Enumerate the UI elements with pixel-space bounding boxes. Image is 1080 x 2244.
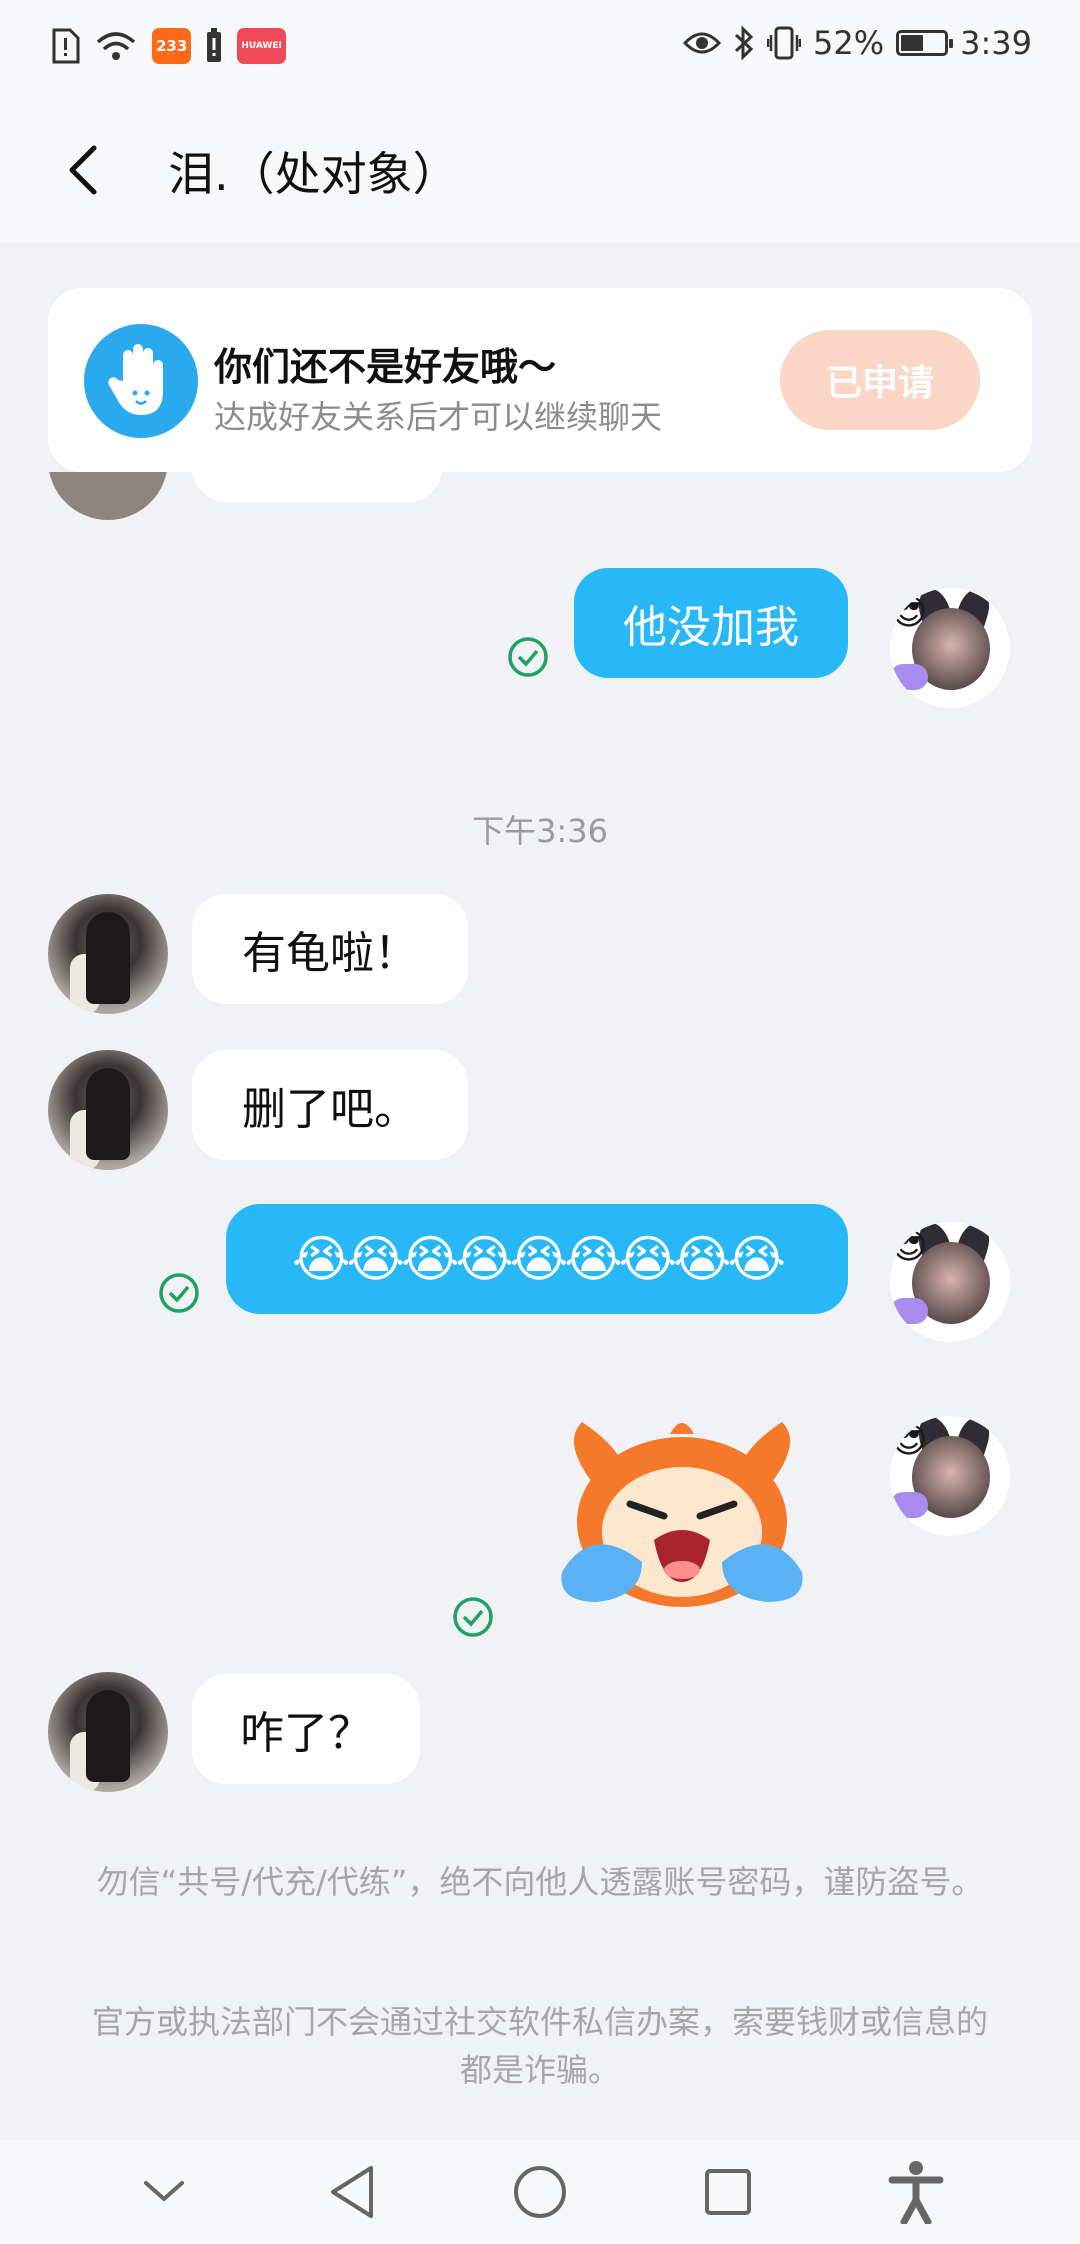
chat-header: 泪.（处对象） bbox=[0, 96, 1080, 242]
my-avatar[interactable]: 😎 bbox=[890, 588, 1010, 708]
bluetooth-icon bbox=[734, 25, 754, 61]
read-check-icon bbox=[159, 1273, 199, 1313]
message-bubble[interactable]: 😭😭😭😭😭😭😭😭😭 bbox=[226, 1204, 848, 1314]
avatar bbox=[48, 472, 168, 520]
banner-subtitle: 达成好友关系后才可以继续聊天 bbox=[214, 398, 663, 436]
status-bar: 233 HUAWEI 52% 3:39 bbox=[0, 0, 1080, 96]
read-check-icon bbox=[508, 637, 548, 677]
message-bubble bbox=[192, 472, 442, 502]
my-avatar[interactable]: 😎 bbox=[890, 1222, 1010, 1342]
nav-home-button[interactable] bbox=[500, 2152, 580, 2232]
back-button[interactable] bbox=[58, 142, 108, 198]
my-avatar[interactable]: 😎 bbox=[890, 1416, 1010, 1536]
store-notification-icon: HUAWEI bbox=[237, 28, 286, 64]
message-bubble[interactable]: 有龟啦！ bbox=[192, 894, 468, 1004]
page-title: 泪.（处对象） bbox=[168, 147, 459, 201]
triangle-back-icon bbox=[331, 2166, 373, 2218]
battery-icon bbox=[896, 30, 954, 56]
nav-recents-button[interactable] bbox=[688, 2152, 768, 2232]
app-notification-icon: 233 bbox=[152, 28, 192, 64]
crying-sticker[interactable] bbox=[552, 1412, 812, 1612]
read-check-icon bbox=[453, 1597, 493, 1637]
hide-nav-button[interactable] bbox=[124, 2152, 204, 2232]
chevron-left-icon bbox=[69, 145, 97, 195]
friend-status-banner: 你们还不是好友哦～ 达成好友关系后才可以继续聊天 已申请 bbox=[48, 288, 1032, 472]
partial-message-row bbox=[0, 472, 1080, 532]
safety-notice: 勿信“共号/代充/代练”，绝不向他人透露账号密码，谨防盗号。 bbox=[96, 1863, 984, 1901]
accessibility-button[interactable] bbox=[876, 2152, 956, 2232]
message-bubble[interactable]: 删了吧。 bbox=[192, 1050, 468, 1160]
applied-button[interactable]: 已申请 bbox=[780, 330, 980, 430]
banner-title: 你们还不是好友哦～ bbox=[214, 345, 557, 389]
message-bubble[interactable]: 咋了？ bbox=[192, 1674, 420, 1784]
accessibility-icon bbox=[888, 2161, 944, 2224]
system-nav-bar bbox=[0, 2140, 1080, 2244]
peer-avatar[interactable] bbox=[48, 894, 168, 1014]
hand-wave-icon bbox=[84, 324, 198, 438]
square-recents-icon bbox=[705, 2169, 751, 2215]
time-separator: 下午3:36 bbox=[472, 812, 608, 850]
clock: 3:39 bbox=[960, 24, 1032, 62]
battery-level bbox=[901, 35, 923, 51]
message-bubble[interactable]: 他没加我 bbox=[574, 568, 848, 678]
sim-alert-icon bbox=[52, 28, 80, 64]
peer-avatar[interactable] bbox=[48, 1672, 168, 1792]
wifi-icon bbox=[96, 32, 136, 60]
peer-avatar[interactable] bbox=[48, 1050, 168, 1170]
circle-home-icon bbox=[514, 2166, 566, 2218]
safety-notice: 官方或执法部门不会通过社交软件私信办案，索要钱财或信息的都是诈骗。 bbox=[91, 2003, 988, 2089]
chevron-down-icon bbox=[144, 2181, 184, 2202]
nav-back-button[interactable] bbox=[312, 2152, 392, 2232]
battery-alert-icon bbox=[207, 28, 222, 62]
vibrate-icon bbox=[767, 26, 802, 60]
battery-percent: 52% bbox=[813, 24, 885, 62]
eye-comfort-icon bbox=[683, 32, 722, 54]
